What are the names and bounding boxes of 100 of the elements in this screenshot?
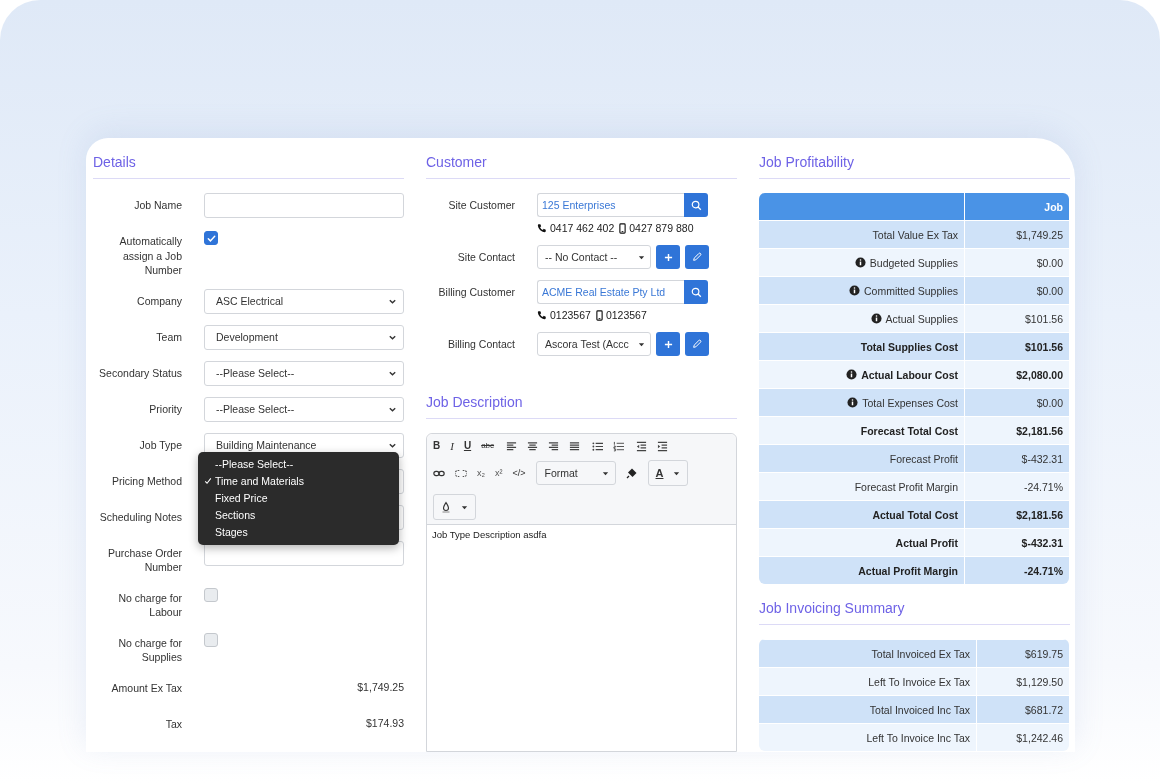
indent-icon[interactable] [657, 440, 669, 452]
section-heading: Job Description [426, 392, 737, 419]
editor-text[interactable]: Job Type Description asdfa [427, 525, 736, 544]
checkbox[interactable] [204, 632, 218, 647]
section-heading: Job Invoicing Summary [759, 598, 1070, 625]
unlink-icon[interactable] [455, 467, 467, 479]
field-label: Scheduling Notes [98, 509, 182, 525]
section-heading: Job Profitability [759, 152, 1070, 179]
pencil-icon [692, 252, 702, 262]
caret-icon [673, 469, 681, 477]
field-label: Site Contact [456, 250, 515, 265]
field-label: Job Name [133, 198, 182, 213]
align-icon[interactable] [527, 440, 539, 452]
phone-number: 0123567 [550, 309, 591, 321]
search-icon [690, 199, 702, 211]
table-cell-text: $-432.31 [1020, 451, 1064, 467]
phone-icon [537, 310, 547, 320]
field-label: No charge for Labour [117, 590, 182, 620]
drop-icon [441, 501, 451, 513]
customer-field[interactable]: ACME Real Estate Pty Ltd [537, 280, 684, 304]
table-cell-text: $1,129.50 [1015, 674, 1064, 690]
field-label: Priority [148, 401, 182, 417]
menu-option[interactable]: --Please Select-- [198, 455, 399, 473]
section-heading: Customer [426, 152, 737, 179]
font-color-button[interactable]: A [647, 460, 689, 486]
table-cell-text: $1,242.46 [1015, 730, 1064, 746]
mobile-phone-icon [619, 222, 627, 234]
input-field[interactable] [204, 193, 404, 218]
bullet-list-icon[interactable] [592, 440, 604, 452]
align-icon[interactable] [548, 440, 560, 452]
plus-icon [663, 252, 673, 262]
search-button[interactable] [684, 280, 708, 304]
menu-option[interactable]: Sections [198, 506, 399, 524]
add-button[interactable] [656, 332, 680, 356]
customer-field[interactable]: 125 Enterprises [537, 193, 684, 217]
field-label: No charge for Supplies [117, 635, 182, 665]
checkbox[interactable] [204, 587, 218, 602]
table-cell-text: -24.71% [1022, 479, 1064, 495]
contact-select[interactable]: -- No Contact -- [537, 245, 651, 269]
add-button[interactable] [656, 245, 680, 269]
menu-option[interactable]: Time and Materials [198, 472, 399, 490]
contact-select[interactable]: Ascora Test (Accc [537, 332, 651, 356]
field-label: Amount Ex Tax [110, 680, 182, 696]
menu-option[interactable]: Fixed Price [198, 489, 399, 507]
mobile-phone-icon [595, 309, 603, 321]
field-label: Site Customer [447, 198, 515, 213]
amount-value: $1,749.25 [356, 679, 404, 693]
superscript-button[interactable]: x² [495, 467, 503, 479]
mobile-number: 0427 879 880 [629, 222, 694, 234]
info-icon[interactable] [854, 257, 866, 268]
underline-button[interactable]: U [463, 440, 472, 452]
table-cell-text: $0.00 [1035, 255, 1064, 271]
field-label: Purchase Order Number [106, 545, 182, 575]
edit-button[interactable] [685, 245, 709, 269]
strikethrough-button[interactable]: abc [481, 440, 495, 452]
section-heading: Details [93, 152, 404, 179]
table-cell-text: $0.00 [1035, 283, 1064, 299]
outdent-icon[interactable] [636, 440, 648, 452]
fill-color-button[interactable] [433, 494, 476, 520]
column-header: Job [1043, 199, 1064, 215]
caret-icon [638, 253, 645, 261]
info-icon[interactable] [870, 313, 882, 324]
select-field[interactable]: --Please Select-- [204, 360, 404, 386]
eraser-icon[interactable] [625, 467, 638, 479]
checkbox[interactable] [204, 231, 218, 245]
table-cell-text: $-432.31 [1020, 535, 1064, 551]
field-label: Secondary Status [98, 365, 182, 381]
menu-option[interactable]: Stages [198, 523, 399, 541]
numbered-list-icon[interactable] [613, 440, 625, 452]
info-icon[interactable] [849, 285, 861, 296]
select-field[interactable]: Development [204, 324, 404, 350]
search-button[interactable] [684, 193, 708, 217]
italic-button[interactable]: I [450, 440, 454, 452]
bold-button[interactable]: B [433, 440, 441, 452]
field-label: Pricing Method [110, 473, 182, 489]
select-field[interactable]: ASC Electrical [204, 288, 404, 314]
table-cell-text: $0.00 [1035, 395, 1064, 411]
info-icon[interactable] [846, 369, 858, 380]
subscript-button[interactable]: x₂ [477, 467, 485, 479]
format-dropdown[interactable]: Format [535, 461, 616, 485]
align-icon[interactable] [506, 440, 518, 452]
field-label: Job Type [138, 437, 182, 453]
edit-button[interactable] [685, 332, 709, 356]
table-cell: Left To Invoice Inc Tax [759, 724, 977, 751]
caret-icon [638, 340, 645, 348]
caret-icon [461, 503, 468, 511]
plus-icon [663, 339, 673, 349]
code-button[interactable]: </> [512, 467, 526, 479]
table-cell-text: $619.75 [1024, 646, 1064, 662]
info-icon[interactable] [847, 397, 859, 408]
table-cell-text: $681.72 [1024, 702, 1064, 718]
table-cell-text: $2,080.00 [1015, 367, 1064, 383]
phone-icon [537, 223, 547, 233]
field-label: Company [136, 293, 182, 309]
field-label: Automatically assign a Job Number [118, 234, 182, 278]
table-cell-text: -24.71% [1022, 563, 1064, 579]
select-field[interactable]: --Please Select-- [204, 396, 404, 422]
align-icon[interactable] [569, 440, 581, 452]
caret-icon [601, 469, 609, 477]
table-cell-text: $101.56 [1024, 339, 1064, 355]
